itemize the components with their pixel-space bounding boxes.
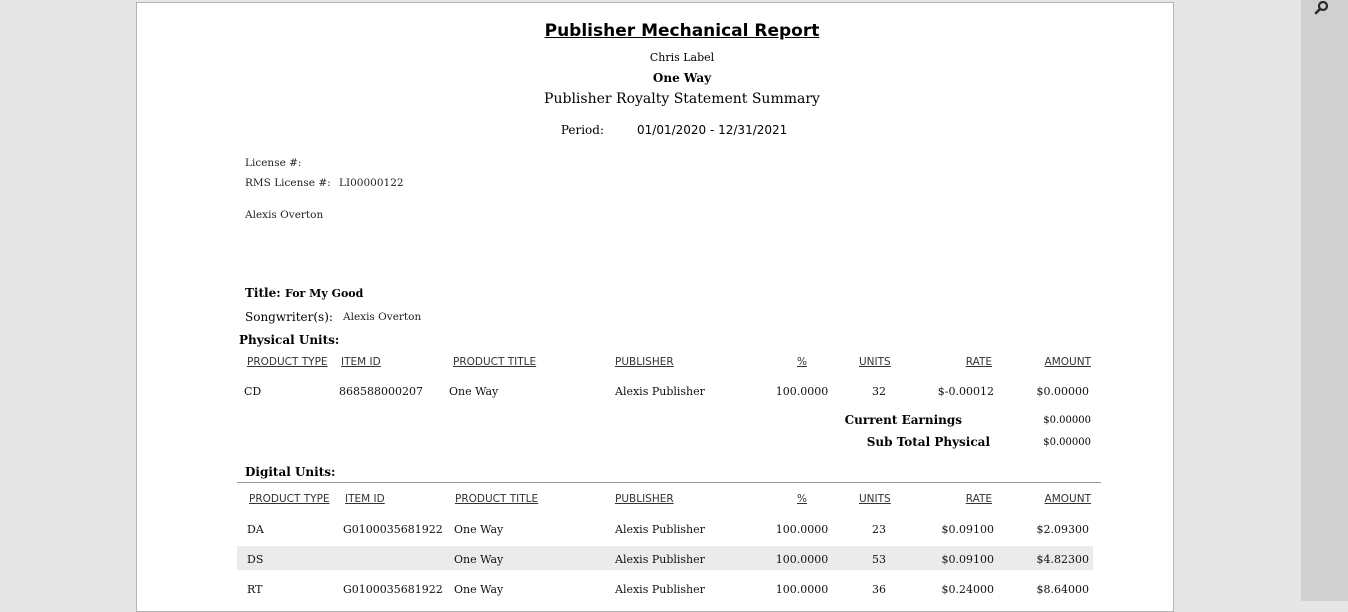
col-product-title: PRODUCT TITLE xyxy=(453,356,537,368)
amount-cell: $8.64000 xyxy=(1036,583,1090,596)
item-id-cell: G0100035681922 xyxy=(343,523,443,536)
units-cell: 36 xyxy=(872,583,886,596)
amount-cell: $2.09300 xyxy=(1036,523,1090,536)
period-value: 01/01/2020 - 12/31/2021 xyxy=(637,123,788,137)
col-units: UNITS xyxy=(859,493,891,505)
product-title-cell: One Way xyxy=(449,385,499,398)
product-title-cell: One Way xyxy=(454,553,504,566)
payee-name: Alexis Overton xyxy=(245,209,324,221)
amount-cell: $4.82300 xyxy=(1036,553,1090,566)
period-label: Period: xyxy=(560,123,604,137)
product-type-cell: RT xyxy=(247,583,263,596)
album-title: One Way xyxy=(652,71,712,85)
col-amount: AMOUNT xyxy=(1044,356,1091,368)
current-earnings-label: Current Earnings xyxy=(844,413,962,427)
report-title: Publisher Mechanical Report xyxy=(544,21,820,41)
product-type-cell: CD xyxy=(244,385,262,398)
current-earnings-value: $0.00000 xyxy=(1043,415,1091,426)
col-product-type: PRODUCT TYPE xyxy=(247,356,328,368)
amount-cell: $0.00000 xyxy=(1036,385,1090,398)
item-id-cell: 868588000207 xyxy=(339,385,423,398)
license-label: License #: xyxy=(245,157,302,169)
song-title-label: Title: xyxy=(245,286,281,300)
vertical-scrollbar[interactable] xyxy=(1301,0,1348,601)
units-cell: 53 xyxy=(872,553,886,566)
label-name: Chris Label xyxy=(649,51,715,64)
col-units: UNITS xyxy=(859,356,891,368)
subtotal-physical-value: $0.00000 xyxy=(1043,437,1091,448)
rate-cell: $0.24000 xyxy=(941,583,995,596)
digital-divider xyxy=(237,482,1101,483)
col-amount: AMOUNT xyxy=(1044,493,1091,505)
product-title-cell: One Way xyxy=(454,583,504,596)
percent-cell: 100.0000 xyxy=(775,583,829,596)
rate-cell: $0.09100 xyxy=(941,553,995,566)
col-publisher: PUBLISHER xyxy=(615,356,674,368)
song-title-value: For My Good xyxy=(285,287,364,300)
col-item-id: ITEM ID xyxy=(345,493,385,505)
rate-cell: $0.09100 xyxy=(941,523,995,536)
col-percent: % xyxy=(797,493,807,505)
percent-cell: 100.0000 xyxy=(775,385,829,398)
digital-units-heading: Digital Units: xyxy=(245,465,336,479)
product-title-cell: One Way xyxy=(454,523,504,536)
rms-license-value: LI00000122 xyxy=(339,177,404,189)
rate-cell: $-0.00012 xyxy=(937,385,994,398)
col-product-type: PRODUCT TYPE xyxy=(249,493,330,505)
publisher-cell: Alexis Publisher xyxy=(615,385,705,398)
report-subtitle: Publisher Royalty Statement Summary xyxy=(544,91,820,107)
songwriter-label: Songwriter(s): xyxy=(245,310,333,324)
rms-license-label: RMS License #: xyxy=(245,177,331,189)
report-page: Publisher Mechanical Report Chris Label … xyxy=(136,2,1174,612)
col-publisher: PUBLISHER xyxy=(615,493,674,505)
magnifier-icon[interactable] xyxy=(1312,0,1332,18)
col-item-id: ITEM ID xyxy=(341,356,381,368)
percent-cell: 100.0000 xyxy=(775,523,829,536)
product-type-cell: DS xyxy=(247,553,264,566)
units-cell: 23 xyxy=(872,523,886,536)
units-cell: 32 xyxy=(872,385,886,398)
publisher-cell: Alexis Publisher xyxy=(615,553,705,566)
physical-units-heading: Physical Units: xyxy=(239,333,340,347)
songwriter-value: Alexis Overton xyxy=(343,311,422,323)
col-percent: % xyxy=(797,356,807,368)
item-id-cell: G0100035681922 xyxy=(343,583,443,596)
col-rate: RATE xyxy=(965,356,992,368)
subtotal-physical-label: Sub Total Physical xyxy=(866,435,990,449)
percent-cell: 100.0000 xyxy=(775,553,829,566)
publisher-cell: Alexis Publisher xyxy=(615,583,705,596)
col-product-title: PRODUCT TITLE xyxy=(455,493,539,505)
col-rate: RATE xyxy=(965,493,992,505)
report-viewer: Publisher Mechanical Report Chris Label … xyxy=(0,0,1348,612)
publisher-cell: Alexis Publisher xyxy=(615,523,705,536)
product-type-cell: DA xyxy=(247,523,264,536)
